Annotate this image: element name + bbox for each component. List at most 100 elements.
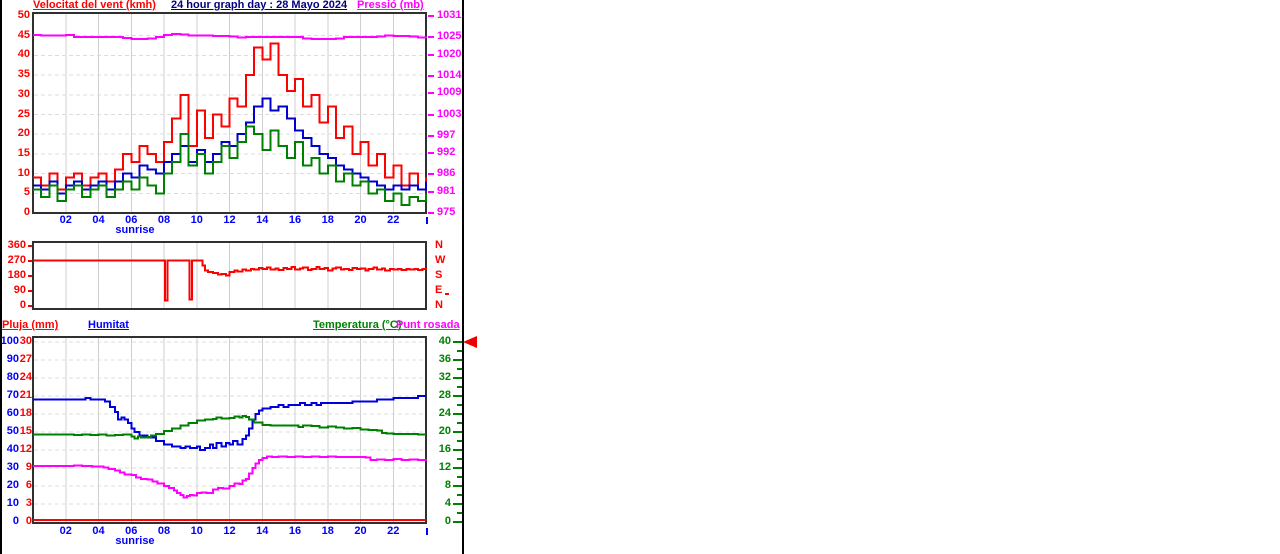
direction-tick-dash [28,304,32,307]
temperature-minor-tick [457,350,462,352]
humidity-y-tick-label: 20 [6,479,19,491]
wind-y-tick-label: 25 [17,107,30,120]
temperature-y-tick-label: 28 [438,389,451,401]
temperature-y-tick-label: 32 [438,371,451,383]
compass-label: N [435,298,443,311]
rain-y-tick-label: 18 [19,407,32,419]
hour-tick-label: 04 [92,214,105,226]
temperature-major-tick [453,431,462,433]
pressure-y-tick-label: 986 [437,167,456,180]
humidity-y-tick-label: 70 [6,389,19,401]
compass-label: W [435,253,446,266]
temperature-minor-tick [457,368,462,370]
rain-humidity-temperature-plot [32,336,427,524]
hour-tick-label: 16 [288,525,302,537]
hour-tick-label: 06 [125,525,138,537]
pressure-y-tick-label: 1025 [437,30,462,43]
pressure-tick-dash [428,36,434,39]
pressure-tick-dash [428,53,434,56]
hour-tick-label: 18 [321,214,334,226]
weather-graph-page: Velocitat del vent (kmh) 24 hour graph d… [0,0,1280,554]
rain-axis-title: Pluja (mm) [2,319,59,331]
humidity-y-tick-label: 80 [6,371,19,383]
pressure-y-tick-label: 981 [437,184,456,197]
temperature-minor-tick [457,512,462,514]
temperature-minor-tick [457,422,462,424]
humidity-y-tick-label: 60 [6,407,19,419]
pressure-tick-dash [428,92,434,95]
wind-y-tick-label: 45 [17,28,30,41]
temperature-minor-tick [457,386,462,388]
direction-tick-dash [28,259,32,262]
hour-tick-label: 22 [387,525,400,537]
direction-y-tick-label: 90 [13,283,26,296]
pressure-y-tick-label: 1014 [437,68,462,81]
temperature-major-tick [453,359,462,361]
hour-tick-label: 12 [223,525,236,537]
hour-tick-label: 10 [190,525,203,537]
sunrise-label-bottom: sunrise [115,535,155,547]
temperature-major-tick [453,467,462,469]
dewpoint-axis-title: Punt rosada [396,319,460,331]
rain-y-tick-label: 3 [25,497,32,509]
frame-line-right [462,0,464,554]
humidity-y-tick-label: 100 [0,335,19,347]
pressure-tick-dash [428,15,434,17]
temperature-y-tick-label: 40 [438,335,451,347]
wind-y-tick-label: 35 [17,68,30,81]
temperature-major-tick [453,377,462,379]
hour-tick-label: 08 [157,525,171,537]
wind-pressure-plot [32,12,427,214]
temperature-major-tick [453,413,462,415]
temperature-y-tick-label: 4 [444,497,451,509]
pressure-tick-dash [428,152,434,155]
pressure-tick-dash [428,134,434,137]
pressure-y-tick-label: 1031 [437,9,462,21]
hour-tick-label: 14 [256,214,269,226]
graph-title: 24 hour graph day : 28 Mayo 2024 [171,0,348,11]
rain-y-tick-label: 24 [19,371,32,383]
pressure-tick-dash [428,212,434,214]
pressure-tick-dash [428,113,434,116]
x-axis-end-tick [426,528,428,535]
wind-y-tick-label: 50 [17,9,30,21]
humidity-y-tick-label: 0 [12,515,19,527]
temperature-y-tick-label: 24 [438,407,451,419]
temperature-minor-tick [457,458,462,460]
pressure-y-tick-label: 1009 [437,86,462,99]
direction-tick-dash [28,274,32,277]
hour-tick-label: 10 [190,214,203,226]
hour-tick-label: 02 [59,214,72,226]
temperature-y-tick-label: 12 [438,461,451,473]
rain-y-tick-label: 21 [19,389,32,401]
pressure-y-tick-label: 992 [437,146,456,159]
wind-speed-axis-title: Velocitat del vent (kmh) [33,0,156,11]
temperature-scale-arrow [463,336,477,348]
pressure-tick-dash [428,74,434,77]
wind-y-tick-label: 15 [17,146,30,159]
hour-tick-label: 04 [92,525,105,537]
direction-y-tick-label: 360 [7,238,26,251]
rain-y-tick-label: 6 [25,479,32,491]
hour-tick-label: 12 [223,214,236,226]
compass-label: S [435,268,443,281]
direction-y-tick-label: 180 [7,268,26,281]
direction-y-tick-label: 0 [19,298,26,311]
wind-y-tick-label: 40 [17,48,30,61]
hour-tick-label: 08 [157,214,171,226]
pressure-y-tick-label: 1003 [437,107,462,120]
temperature-minor-tick [457,404,462,406]
temperature-y-tick-label: 20 [438,425,451,437]
compass-marker-dash [445,293,449,295]
wind-y-tick-label: 30 [17,87,30,100]
temperature-major-tick [453,395,462,397]
humidity-axis-title: Humitat [88,319,129,331]
sunrise-label-top: sunrise [115,224,155,236]
hour-tick-label: 20 [354,214,367,226]
rain-y-tick-label: 15 [19,425,32,437]
temperature-y-tick-label: 36 [438,353,451,365]
hour-tick-label: 14 [256,525,269,537]
x-axis-end-tick [426,217,428,224]
temperature-minor-tick [457,476,462,478]
hour-tick-label: 18 [321,525,334,537]
